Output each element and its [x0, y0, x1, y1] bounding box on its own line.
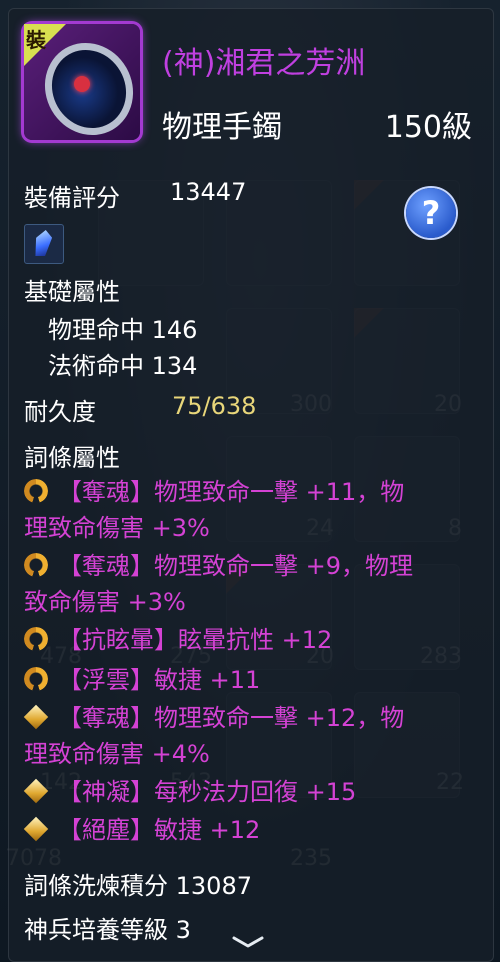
affix-text: 【絕塵】敏捷 +12: [58, 816, 261, 844]
affix-line: 【奪魂】物理致命一擊 +12，物 理致命傷害 +4%: [23, 700, 464, 772]
affix-line: 【抗眩暈】眩暈抗性 +12: [24, 622, 464, 658]
score-value: 13447: [170, 178, 247, 206]
stat-row: 物理命中 146: [48, 310, 197, 345]
affix-text: 【浮雲】敏捷 +11: [58, 666, 261, 694]
base-attributes-title: 基礎屬性: [24, 278, 120, 306]
item-type: 物理手鐲: [162, 110, 282, 145]
refine-points-value: 13087: [175, 872, 252, 900]
swap-arrows-icon: [24, 667, 48, 691]
affix-text: 【奪魂】物理致命一擊 +11，物: [58, 478, 405, 506]
help-button[interactable]: ?: [406, 188, 456, 238]
stat-label: 物理命中: [48, 316, 144, 344]
affix-line: 【奪魂】物理致命一擊 +9，物理 致命傷害 +3%: [24, 548, 464, 620]
durability-value: 75/638: [172, 392, 257, 420]
durability-label: 耐久度: [24, 398, 96, 426]
affix-line: 【奪魂】物理致命一擊 +11，物 理致命傷害 +3%: [24, 474, 464, 546]
refine-points-row: 詞條洗煉積分 13087: [24, 866, 252, 901]
cultivate-level-row: 神兵培養等級 3: [24, 910, 191, 945]
stat-row: 法術命中 134: [48, 346, 197, 381]
affix-text-cont: 理致命傷害 +3%: [24, 514, 210, 542]
chevron-down-icon[interactable]: [228, 932, 268, 952]
swap-arrows-icon: [24, 627, 48, 651]
affix-text: 【神凝】每秒法力回復 +15: [58, 778, 357, 806]
cultivate-level-label: 神兵培養等級: [24, 916, 168, 944]
refine-points-label: 詞條洗煉積分: [24, 872, 168, 900]
affix-text: 【奪魂】物理致命一擊 +9，物理: [58, 552, 414, 580]
score-label: 裝備評分: [24, 184, 120, 212]
gold-diamond-icon: [23, 778, 49, 804]
affix-attributes-title: 詞條屬性: [24, 444, 120, 472]
affix-line: 【絕塵】敏捷 +12: [23, 812, 464, 848]
affix-line: 【神凝】每秒法力回復 +15: [23, 774, 464, 810]
affix-line: 【浮雲】敏捷 +11: [24, 662, 464, 698]
stat-label: 法術命中: [48, 352, 144, 380]
equipped-badge: 裝: [26, 28, 46, 52]
cultivate-level-value: 3: [175, 916, 191, 944]
affix-text-cont: 致命傷害 +3%: [24, 588, 186, 616]
item-level: 150級: [384, 110, 472, 145]
swap-arrows-icon: [24, 479, 48, 503]
gold-diamond-icon: [23, 704, 49, 730]
swap-arrows-icon: [24, 553, 48, 577]
crystal-gem-icon[interactable]: [24, 224, 64, 264]
affix-text: 【奪魂】物理致命一擊 +12，物: [58, 704, 405, 732]
gold-diamond-icon: [23, 816, 49, 842]
stat-value: 146: [151, 316, 198, 344]
bracelet-gem-graphic: [74, 76, 90, 92]
item-name: (神)湘君之芳洲: [162, 46, 366, 81]
affix-text: 【抗眩暈】眩暈抗性 +12: [58, 626, 333, 654]
stat-value: 134: [151, 352, 198, 380]
affix-text-cont: 理致命傷害 +4%: [24, 740, 210, 768]
